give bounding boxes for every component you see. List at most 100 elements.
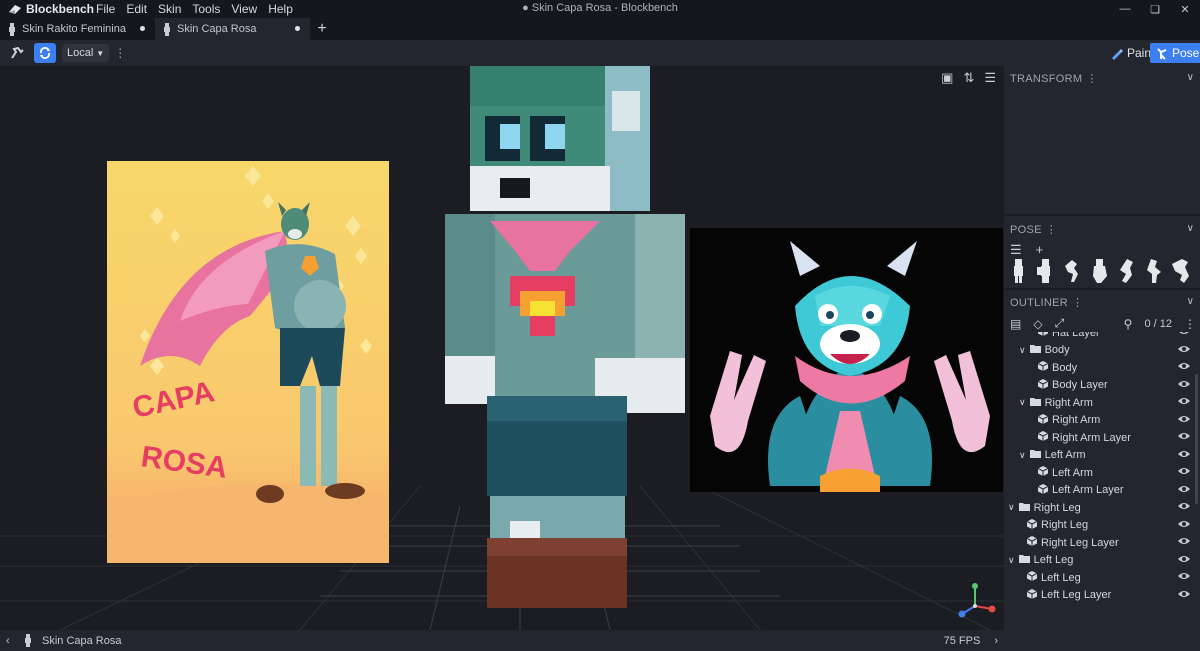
outliner-cube[interactable]: Right Leg Layer <box>1019 534 1119 551</box>
pose-preset-5[interactable] <box>1116 258 1136 284</box>
more-options-icon[interactable]: ⋮ <box>1184 317 1196 331</box>
visibility-eye-icon[interactable] <box>1178 501 1190 513</box>
visibility-eye-icon[interactable] <box>1178 379 1190 391</box>
more-options-icon[interactable]: ⋮ <box>1072 296 1083 309</box>
outliner-cube[interactable]: Right Arm Layer <box>1030 429 1131 446</box>
more-options-icon[interactable]: ⋮ <box>1046 223 1057 236</box>
chevron-down-icon[interactable]: ∨ <box>1008 502 1015 513</box>
pose-preset-2[interactable] <box>1035 258 1055 284</box>
outliner-cube[interactable]: Left Arm <box>1030 464 1093 481</box>
minimize-icon[interactable]: — <box>1110 0 1140 18</box>
outliner-cube[interactable]: Body <box>1030 359 1077 376</box>
new-tab-button[interactable]: + <box>310 18 334 40</box>
more-options-icon[interactable]: ⋮ <box>113 43 127 63</box>
visibility-eye-icon[interactable] <box>1178 396 1190 408</box>
pose-actions: ☰ + <box>1010 242 1043 258</box>
chevron-down-icon[interactable]: ∨ <box>1187 72 1194 83</box>
outliner-cube[interactable]: Hat Layer <box>1030 332 1100 341</box>
add-group-icon[interactable]: ▤ <box>1010 317 1021 331</box>
visibility-eye-icon[interactable] <box>1178 344 1190 356</box>
toggle-visibility-icon[interactable]: ◇ <box>1033 317 1042 331</box>
folder-icon <box>1029 344 1041 356</box>
list-icon[interactable]: ☰ <box>1010 242 1022 258</box>
collapse-arrow-icon[interactable]: ‹ <box>6 635 20 647</box>
chevron-down-icon[interactable]: ∨ <box>1019 345 1026 356</box>
pose-preset-1[interactable] <box>1008 258 1028 284</box>
outliner-group[interactable]: ∨ Right Leg <box>1008 499 1081 516</box>
close-icon[interactable]: ✕ <box>1170 0 1200 18</box>
chevron-down-icon[interactable]: ∨ <box>1019 397 1026 408</box>
outliner-cube[interactable]: Right Arm <box>1030 412 1100 429</box>
visibility-eye-icon[interactable] <box>1178 466 1190 478</box>
image-icon[interactable]: ▣ <box>941 70 953 86</box>
reference-poster-left[interactable]: CAPA ROSA <box>107 161 389 563</box>
chevron-down-icon[interactable]: ∨ <box>1019 450 1026 461</box>
menu-file[interactable]: File <box>96 2 115 16</box>
search-icon[interactable]: ⚲ <box>1124 317 1133 331</box>
chevron-down-icon[interactable]: ∨ <box>1008 555 1015 566</box>
rotate-tool-icon[interactable] <box>34 43 56 63</box>
pose-preset-3[interactable] <box>1062 258 1082 284</box>
fps-counter: 75 FPS <box>943 634 981 647</box>
pose-preset-7[interactable] <box>1170 258 1190 284</box>
menu-view[interactable]: View <box>231 2 257 16</box>
unsaved-dot-icon <box>140 26 145 31</box>
chevron-down-icon[interactable]: ∨ <box>1187 296 1194 307</box>
visibility-eye-icon[interactable] <box>1178 414 1190 426</box>
collapse-arrow-icon[interactable]: › <box>994 635 998 647</box>
outliner-cube[interactable]: Left Leg <box>1019 569 1081 586</box>
visibility-eye-icon[interactable] <box>1178 361 1190 373</box>
restore-icon[interactable]: ❏ <box>1140 0 1170 18</box>
outliner-group[interactable]: ∨ Left Leg <box>1008 552 1073 569</box>
3d-viewport[interactable]: CAPA ROSA ▣ ⇅ ☰ <box>0 66 1004 630</box>
viewport-tools: ▣ ⇅ ☰ <box>941 70 996 86</box>
skin-model[interactable] <box>445 66 685 608</box>
pose-preset-4[interactable] <box>1089 258 1109 284</box>
add-pose-icon[interactable]: + <box>1036 242 1044 258</box>
axis-gizmo[interactable] <box>958 583 996 618</box>
outliner-group[interactable]: ∨ Right Arm <box>1019 394 1093 411</box>
tab-skin-rakito-feminina[interactable]: Skin Rakito Feminina <box>0 18 155 40</box>
pose-preset-6[interactable] <box>1143 258 1163 284</box>
visibility-eye-icon[interactable] <box>1178 571 1190 583</box>
pose-tool-icon[interactable] <box>4 43 30 63</box>
outliner-cube[interactable]: Left Leg Layer <box>1019 587 1111 604</box>
tab-skin-capa-rosa[interactable]: Skin Capa Rosa <box>155 18 310 40</box>
menu-help[interactable]: Help <box>268 2 293 16</box>
menu-edit[interactable]: Edit <box>126 2 147 16</box>
outliner-scrollbar[interactable] <box>1195 374 1198 504</box>
outliner-tree: Hat Layer ∨ Body Body Body Layer ∨ Right Arm Ri… <box>1004 332 1200 612</box>
outliner-group[interactable]: ∨ Left Arm <box>1019 447 1086 464</box>
visibility-eye-icon[interactable] <box>1178 332 1190 338</box>
pose-mode-button[interactable]: Pose <box>1150 43 1200 63</box>
reference-portrait-right[interactable] <box>690 228 1003 492</box>
outliner-group[interactable]: ∨ Body <box>1019 342 1070 359</box>
visibility-eye-icon[interactable] <box>1178 536 1190 548</box>
menu-tools[interactable]: Tools <box>192 2 220 16</box>
outliner-label: Right Arm <box>1052 414 1101 426</box>
outliner-label: Right Leg Layer <box>1041 536 1119 549</box>
visibility-eye-icon[interactable] <box>1178 554 1190 566</box>
visibility-eye-icon[interactable] <box>1178 449 1190 461</box>
expand-icon[interactable]: ⤢ <box>1055 316 1065 331</box>
transform-space-select[interactable]: Local ▼ <box>62 44 110 62</box>
visibility-eye-icon[interactable] <box>1178 484 1190 496</box>
visibility-eye-icon[interactable] <box>1178 519 1190 531</box>
pose-title: POSE <box>1010 223 1042 236</box>
cube-icon <box>1026 571 1038 584</box>
more-options-icon[interactable]: ⋮ <box>1086 72 1097 85</box>
visibility-eye-icon[interactable] <box>1178 431 1190 443</box>
menu-icon[interactable]: ☰ <box>984 70 996 86</box>
blockbench-logo-icon <box>9 5 21 14</box>
sort-icon[interactable]: ⇅ <box>963 70 974 86</box>
viewport-scene: CAPA ROSA <box>0 66 1004 630</box>
outliner-label: Left Arm Layer <box>1052 484 1124 496</box>
chevron-down-icon[interactable]: ∨ <box>1187 223 1194 234</box>
outliner-cube[interactable]: Body Layer <box>1030 377 1108 394</box>
outliner-cube[interactable]: Right Leg <box>1019 517 1088 534</box>
menu-skin[interactable]: Skin <box>158 2 181 16</box>
visibility-eye-icon[interactable] <box>1178 589 1190 601</box>
app-brand: Blockbench <box>0 2 96 16</box>
outliner-label: Body Layer <box>1052 379 1108 391</box>
outliner-cube[interactable]: Left Arm Layer <box>1030 482 1124 499</box>
